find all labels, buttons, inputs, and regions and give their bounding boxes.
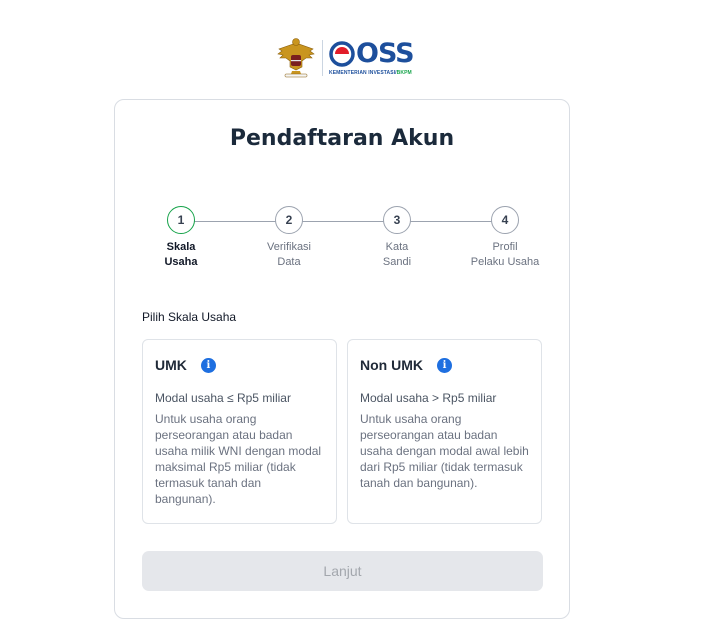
step-verifikasi-data: 2 Verifikasi Data: [244, 206, 334, 270]
step-number: 1: [167, 206, 195, 234]
header-logo: OSS KEMENTERIAN INVESTASI/BKPM: [276, 36, 415, 80]
step-number: 2: [275, 206, 303, 234]
option-description: Untuk usaha orang perseorangan atau bada…: [360, 412, 529, 490]
option-subtitle: Modal usaha ≤ Rp5 miliar: [155, 391, 291, 405]
option-description: Untuk usaha orang perseorangan atau bada…: [155, 412, 322, 506]
step-number: 3: [383, 206, 411, 234]
step-skala-usaha: 1 Skala Usaha: [136, 206, 226, 270]
info-icon[interactable]: i: [200, 357, 216, 373]
step-number: 4: [491, 206, 519, 234]
step-profil-pelaku-usaha: 4 Profil Pelaku Usaha: [460, 206, 550, 270]
step-label: Skala Usaha: [164, 241, 198, 268]
oss-circle-icon: [329, 40, 355, 67]
oss-brand-text: OSS: [356, 37, 415, 69]
step-label: Kata Sandi: [382, 241, 412, 268]
logo-subtitle: KEMENTERIAN INVESTASI/BKPM: [329, 69, 412, 76]
oss-logo: OSS KEMENTERIAN INVESTASI/BKPM: [329, 37, 415, 76]
option-subtitle: Modal usaha > Rp5 miliar: [360, 391, 497, 405]
garuda-emblem-icon: [277, 38, 315, 78]
logo-divider: [322, 40, 323, 76]
step-kata-sandi: 3 Kata Sandi: [352, 206, 442, 270]
option-umk[interactable]: UMK i Modal usaha ≤ Rp5 miliar Untuk usa…: [142, 339, 337, 524]
lanjut-button[interactable]: Lanjut: [142, 551, 543, 591]
section-label: Pilih Skala Usaha: [142, 310, 237, 324]
option-title: Non UMK: [360, 357, 423, 373]
info-icon[interactable]: i: [437, 357, 452, 373]
option-title: UMK: [155, 357, 187, 373]
step-label: Profil Pelaku Usaha: [470, 241, 540, 268]
option-non-umk[interactable]: Non UMK i Modal usaha > Rp5 miliar Untuk…: [347, 339, 542, 524]
registration-card: Pendaftaran Akun 1 Skala Usaha 2 Verifika…: [114, 99, 570, 619]
progress-stepper: 1 Skala Usaha 2 Verifikasi Data 3 Kata Sand…: [115, 206, 571, 286]
step-label: Verifikasi Data: [266, 241, 312, 268]
page-title: Pendaftaran Akun: [229, 126, 455, 151]
